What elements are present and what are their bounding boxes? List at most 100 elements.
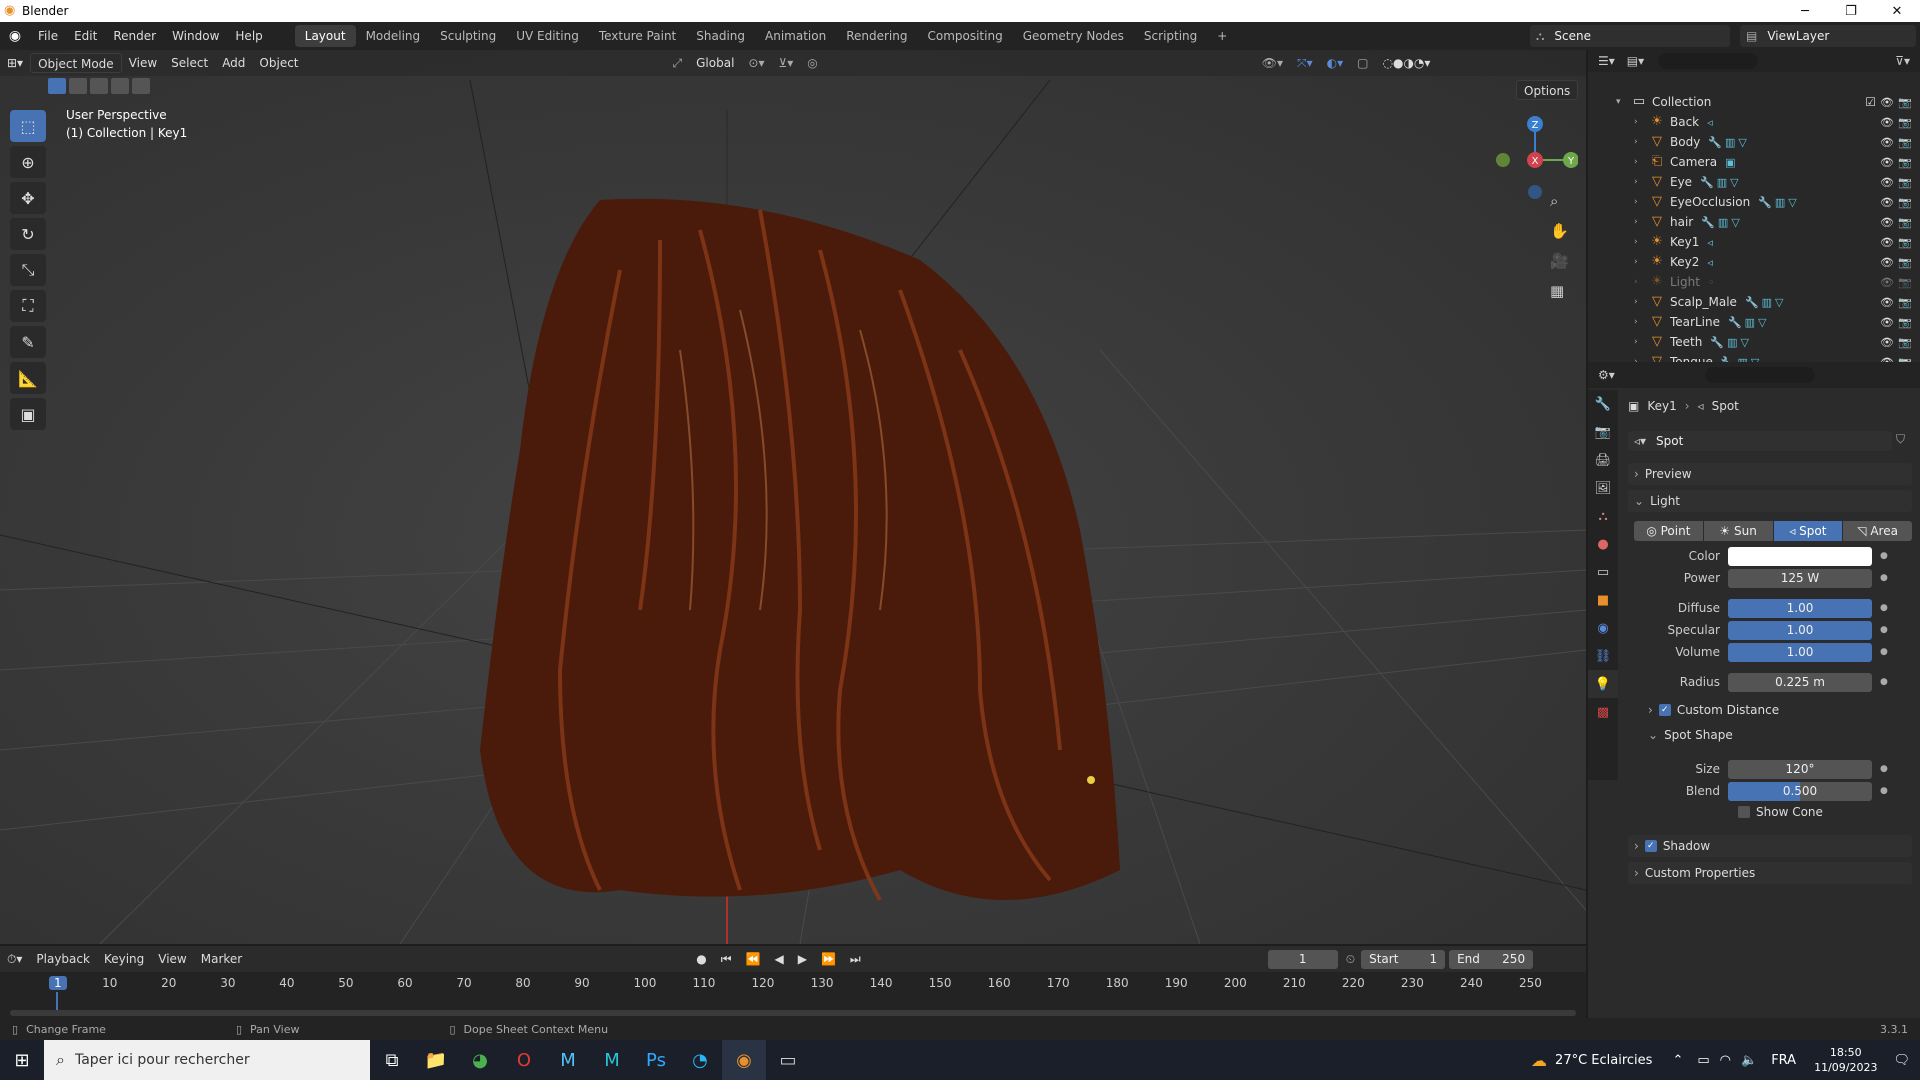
output-tab-icon[interactable]: 🖨 xyxy=(1588,446,1618,474)
eye-icon[interactable]: 👁 xyxy=(1880,176,1894,189)
filter-icon[interactable]: ⊽▾ xyxy=(1895,54,1910,68)
preview-panel-header[interactable]: › Preview xyxy=(1628,463,1912,485)
custom-properties-panel-header[interactable]: › Custom Properties xyxy=(1628,862,1912,884)
select-subtract-icon[interactable] xyxy=(90,78,108,94)
show-cone-row[interactable]: Show Cone xyxy=(1738,805,1823,819)
menu-edit[interactable]: Edit xyxy=(66,25,105,47)
expand-icon[interactable]: ▾ xyxy=(1616,97,1626,107)
tab-modeling[interactable]: Modeling xyxy=(356,25,431,47)
eye-icon[interactable]: 👁 xyxy=(1880,316,1894,329)
orientation-dropdown[interactable]: Global xyxy=(689,53,741,73)
rotate-icon[interactable]: ↻ xyxy=(10,218,46,250)
expand-icon[interactable]: › xyxy=(1634,197,1644,207)
ortho-grid-icon[interactable]: ▦ xyxy=(1550,282,1564,300)
modifier-icons[interactable]: 🔧▥▽ xyxy=(1745,296,1787,309)
keyframe-dot-icon[interactable]: ● xyxy=(1880,551,1888,561)
light-type-sun[interactable]: ☀ Sun xyxy=(1702,521,1773,541)
gizmo-toggle-icon[interactable]: ⤧▾ xyxy=(1290,53,1320,73)
outliner-row[interactable]: › ▽ TearLine 🔧▥▽ 👁 📷 xyxy=(1588,312,1920,332)
measure-icon[interactable]: 📐 xyxy=(10,362,46,394)
tab-texture-paint[interactable]: Texture Paint xyxy=(589,25,686,47)
playhead[interactable] xyxy=(56,992,58,1010)
eye-icon[interactable]: 👁 xyxy=(1880,276,1894,289)
collection-row[interactable]: ▾ ▭ Collection ☑ 👁 📷 xyxy=(1588,92,1920,112)
outliner-row[interactable]: › ▽ Scalp_Male 🔧▥▽ 👁 📷 xyxy=(1588,292,1920,312)
object-mode-dropdown[interactable]: Object Mode xyxy=(30,53,122,73)
power-field[interactable]: 125 W xyxy=(1728,568,1872,588)
expand-icon[interactable]: › xyxy=(1634,157,1644,167)
record-icon[interactable]: ● xyxy=(689,949,713,969)
volume-field[interactable]: 1.00 xyxy=(1728,642,1872,662)
modifier-icons[interactable]: ◦ xyxy=(1708,276,1718,289)
proportional-edit-icon[interactable]: ◎ xyxy=(800,53,824,73)
add-cube-icon[interactable]: ▣ xyxy=(10,398,46,430)
menu-file[interactable]: File xyxy=(30,25,66,47)
render-icon[interactable]: 📷 xyxy=(1898,136,1912,149)
collection-checkbox[interactable]: ☑ xyxy=(1865,95,1876,109)
expand-icon[interactable]: › xyxy=(1634,337,1644,347)
file-explorer-icon[interactable]: 📁 xyxy=(414,1040,458,1080)
opera-icon[interactable]: O xyxy=(502,1040,546,1080)
options-dropdown[interactable]: Options xyxy=(1516,80,1579,100)
view-layer-tab-icon[interactable]: 🖼 xyxy=(1588,474,1618,502)
timeline[interactable]: 1 10 20 30 40 50 60 70 80 90 100 110 120 130 140 150 160… xyxy=(0,972,1586,1018)
menu-marker[interactable]: Marker xyxy=(194,949,249,969)
color-swatch[interactable] xyxy=(1728,546,1872,566)
view-layer-selector[interactable]: ▤ ViewLayer xyxy=(1740,25,1916,47)
timeline-scrollbar[interactable] xyxy=(10,1010,1576,1016)
menu-view[interactable]: View xyxy=(151,949,193,969)
outliner-row[interactable]: › ☀ Light ◦ 👁 📷 xyxy=(1588,272,1920,292)
scene-selector[interactable]: ⛬ Scene xyxy=(1530,25,1730,47)
render-icon[interactable]: 📷 xyxy=(1898,236,1912,249)
render-icon[interactable]: 📷 xyxy=(1898,336,1912,349)
cursor-icon[interactable]: ⊕ xyxy=(10,146,46,178)
select-mode-buttons[interactable] xyxy=(48,78,150,94)
outliner-row[interactable]: › ▽ Teeth 🔧▥▽ 👁 📷 xyxy=(1588,332,1920,352)
maximize-button[interactable]: ❐ xyxy=(1828,0,1874,22)
light-datablock-field[interactable]: ◃▾ Spot xyxy=(1628,431,1892,451)
modifier-icons[interactable]: ◃ xyxy=(1707,236,1716,249)
shadow-checkbox[interactable]: ✓ xyxy=(1644,840,1657,852)
start-frame-field[interactable]: Start 1 xyxy=(1361,949,1446,969)
keyframe-dot-icon[interactable]: ● xyxy=(1880,603,1888,613)
modifier-icons[interactable]: 🔧▥▽ xyxy=(1710,336,1752,349)
render-icon[interactable]: 📷 xyxy=(1898,276,1912,289)
light-panel-header[interactable]: ⌄ Light xyxy=(1628,490,1912,512)
render-icon[interactable]: 📷 xyxy=(1898,316,1912,329)
custom-distance-checkbox[interactable]: ✓ xyxy=(1658,704,1671,716)
modifier-icons[interactable]: 🔧▥▽ xyxy=(1701,216,1743,229)
outliner-row[interactable]: › ☀ Key1 ◃ 👁 📷 xyxy=(1588,232,1920,252)
render-icon[interactable]: 📷 xyxy=(1898,216,1912,229)
transform-icon[interactable]: ⛶ xyxy=(10,290,46,322)
modifier-icons[interactable]: ◃ xyxy=(1707,116,1716,129)
keyframe-dot-icon[interactable]: ● xyxy=(1880,573,1888,583)
outliner-search-input[interactable] xyxy=(1658,53,1759,69)
chrome-icon[interactable]: ◕ xyxy=(458,1040,502,1080)
editor-type-icon[interactable]: ⏱▾ xyxy=(0,949,29,969)
eye-icon[interactable]: 👁 xyxy=(1880,196,1894,209)
render-icon[interactable]: 📷 xyxy=(1898,196,1912,209)
jump-keyframe-back-icon[interactable]: ⏪ xyxy=(739,949,768,969)
select-box-icon[interactable]: ⬚ xyxy=(10,110,46,142)
maya-icon[interactable]: M xyxy=(546,1040,590,1080)
expand-icon[interactable]: › xyxy=(1634,137,1644,147)
render-icon[interactable]: 📷 xyxy=(1898,256,1912,269)
select-invert-icon[interactable] xyxy=(132,78,150,94)
current-frame-field[interactable]: 1 xyxy=(1267,949,1338,969)
outliner-row[interactable]: › ▽ EyeOcclusion 🔧▥▽ 👁 📷 xyxy=(1588,192,1920,212)
camera-view-icon[interactable]: 🎥 xyxy=(1550,252,1569,270)
menu-select[interactable]: Select xyxy=(164,53,215,73)
shadow-panel-header[interactable]: › ✓ Shadow xyxy=(1628,835,1912,857)
eye-icon[interactable]: 👁 xyxy=(1880,216,1894,229)
shading-modes-icon[interactable]: ◌●◑◔▾ xyxy=(1376,53,1438,73)
modifier-icons[interactable]: 🔧▥▽ xyxy=(1728,316,1770,329)
size-field[interactable]: 120° xyxy=(1728,759,1872,779)
windows-start-icon[interactable]: ⊞ xyxy=(0,1040,44,1080)
photoshop-icon[interactable]: Ps xyxy=(634,1040,678,1080)
expand-icon[interactable]: › xyxy=(1634,217,1644,227)
eye-icon[interactable]: 👁 xyxy=(1880,116,1894,129)
show-cone-checkbox[interactable] xyxy=(1738,806,1750,818)
wifi-icon[interactable]: ◠ xyxy=(1720,1053,1731,1068)
mudbox-icon[interactable]: M xyxy=(590,1040,634,1080)
keyframe-dot-icon[interactable]: ● xyxy=(1880,764,1888,774)
